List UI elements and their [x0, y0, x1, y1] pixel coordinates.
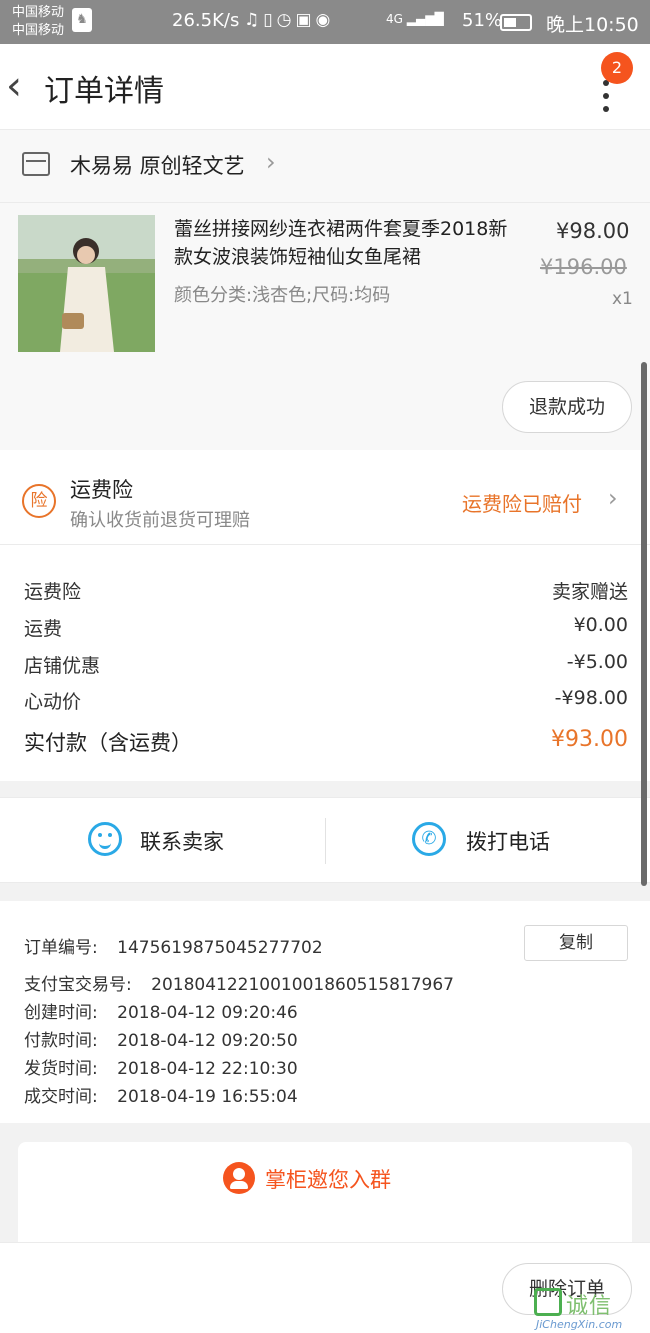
shipped-time: 2018-04-12 22:10:30: [117, 1059, 298, 1079]
user-icon: [223, 1162, 255, 1194]
chevron-right-icon: ›: [608, 484, 618, 512]
paid-time: 2018-04-12 09:20:50: [117, 1031, 298, 1051]
page-title: 订单详情: [44, 74, 164, 109]
group-invite-title[interactable]: 掌柜邀您入群: [265, 1164, 391, 1194]
paid-row: 付款时间: 2018-04-12 09:20:50: [24, 1026, 298, 1051]
hd-icon: ▣: [295, 10, 316, 30]
status-bar: 中国移动 中国移动 ♞ 26.5K/s ♫▯◷▣◉ 4G ▂▄▆█ 51% 晚上…: [0, 0, 650, 44]
phone-icon[interactable]: ✆: [412, 822, 446, 856]
alipay-row: 支付宝交易号: 2018041221001001860515817967: [24, 970, 454, 995]
completed-label: 成交时间:: [24, 1087, 98, 1107]
paid-label: 付款时间:: [24, 1031, 98, 1051]
app-notification-icon: ♞: [72, 8, 92, 32]
refund-status-button[interactable]: 退款成功: [502, 381, 632, 433]
shipped-row: 发货时间: 2018-04-12 22:10:30: [24, 1054, 298, 1079]
divider: [325, 818, 326, 864]
carrier-label: 中国移动: [12, 5, 65, 20]
call-phone-button[interactable]: 拨打电话: [466, 826, 550, 856]
nav-bar: ‹ 订单详情: [0, 44, 650, 130]
fee-label: 运费险: [24, 581, 82, 603]
clock: 晚上10:50: [546, 14, 639, 36]
insurance-icon: 险: [22, 484, 56, 518]
created-row: 创建时间: 2018-04-12 09:20:46: [24, 998, 298, 1023]
fee-label: 心动价: [24, 691, 82, 713]
product-spec: 颜色分类:浅杏色;尺码:均码: [174, 285, 391, 306]
completed-row: 成交时间: 2018-04-19 16:55:04: [24, 1082, 298, 1107]
fee-value: -¥98.00: [554, 687, 628, 709]
insurance-status[interactable]: 运费险已赔付: [462, 488, 582, 517]
signal-icon: 4G ▂▄▆█: [386, 12, 444, 26]
shop-row[interactable]: 木易易 原创轻文艺 ›: [0, 130, 650, 202]
vibrate-icon: ▯: [263, 10, 277, 30]
back-icon[interactable]: ‹: [6, 66, 38, 108]
order-info: 订单编号: 1475619875045277702 复制 支付宝交易号: 201…: [0, 901, 650, 1123]
product-price: ¥98.00: [556, 219, 630, 243]
shop-icon: [22, 152, 50, 176]
shop-name[interactable]: 木易易 原创轻文艺: [70, 150, 245, 180]
notification-badge[interactable]: 2: [601, 52, 633, 84]
created-label: 创建时间:: [24, 1003, 98, 1023]
eye-icon: ◉: [315, 10, 335, 30]
created-time: 2018-04-12 09:20:46: [117, 1003, 298, 1023]
alipay-label: 支付宝交易号:: [24, 975, 132, 995]
watermark-logo-icon: [534, 1288, 562, 1316]
fee-label: 运费: [24, 618, 63, 640]
shipping-insurance-row[interactable]: 险 运费险 确认收货前退货可理赔 运费险已赔付 ›: [0, 450, 650, 545]
more-icon[interactable]: [598, 80, 614, 120]
headphones-icon: ♫: [244, 10, 264, 30]
fee-value: -¥5.00: [566, 651, 628, 673]
fee-summary: 运费险 卖家赠送 运费 ¥0.00 店铺优惠 -¥5.00 心动价 -¥98.0…: [0, 545, 650, 781]
completed-time: 2018-04-19 16:55:04: [117, 1087, 298, 1107]
chevron-right-icon: ›: [266, 148, 276, 176]
battery-fill: [504, 18, 516, 27]
order-number: 1475619875045277702: [117, 938, 323, 958]
product-image: [18, 215, 155, 352]
status-icons: ♫▯◷▣◉: [244, 10, 334, 30]
scrollbar[interactable]: [641, 362, 647, 886]
product-original-price: ¥196.00: [540, 255, 627, 279]
contact-seller-button[interactable]: 联系卖家: [140, 826, 224, 856]
order-number-row: 订单编号: 1475619875045277702: [24, 933, 323, 958]
product-thumbnail[interactable]: [18, 215, 155, 352]
product-quantity: x1: [612, 289, 633, 309]
alarm-icon: ◷: [276, 10, 296, 30]
shipped-label: 发货时间:: [24, 1059, 98, 1079]
fee-label: 店铺优惠: [24, 655, 101, 677]
fee-value: 卖家赠送: [551, 581, 628, 603]
watermark-text: 诚信: [566, 1294, 613, 1319]
battery-icon: [500, 14, 532, 31]
network-speed: 26.5K/s: [172, 10, 240, 31]
product-title[interactable]: 蕾丝拼接网纱连衣裙两件套夏季2018新款女波浪装饰短袖仙女鱼尾裙: [174, 215, 526, 271]
alipay-number: 2018041221001001860515817967: [151, 975, 454, 995]
insurance-subtitle: 确认收货前退货可理赔: [70, 510, 250, 531]
contact-bar: 联系卖家 ✆ 拨打电话: [0, 797, 650, 883]
total-label: 实付款（含运费）: [24, 731, 192, 755]
copy-button[interactable]: 复制: [524, 925, 628, 961]
order-number-label: 订单编号:: [24, 938, 98, 958]
product-card[interactable]: 蕾丝拼接网纱连衣裙两件套夏季2018新款女波浪装饰短袖仙女鱼尾裙 颜色分类:浅杏…: [0, 202, 650, 450]
watermark: 诚信 JiChengXin.com: [530, 1288, 648, 1333]
watermark-url: JiChengXin.com: [536, 1318, 623, 1331]
chat-icon[interactable]: [88, 822, 122, 856]
fee-value: ¥0.00: [573, 614, 628, 636]
total-value: ¥93.00: [551, 727, 628, 752]
insurance-title: 运费险: [70, 478, 133, 502]
carrier-label-2: 中国移动: [12, 23, 65, 38]
battery-percent: 51%: [462, 10, 503, 31]
